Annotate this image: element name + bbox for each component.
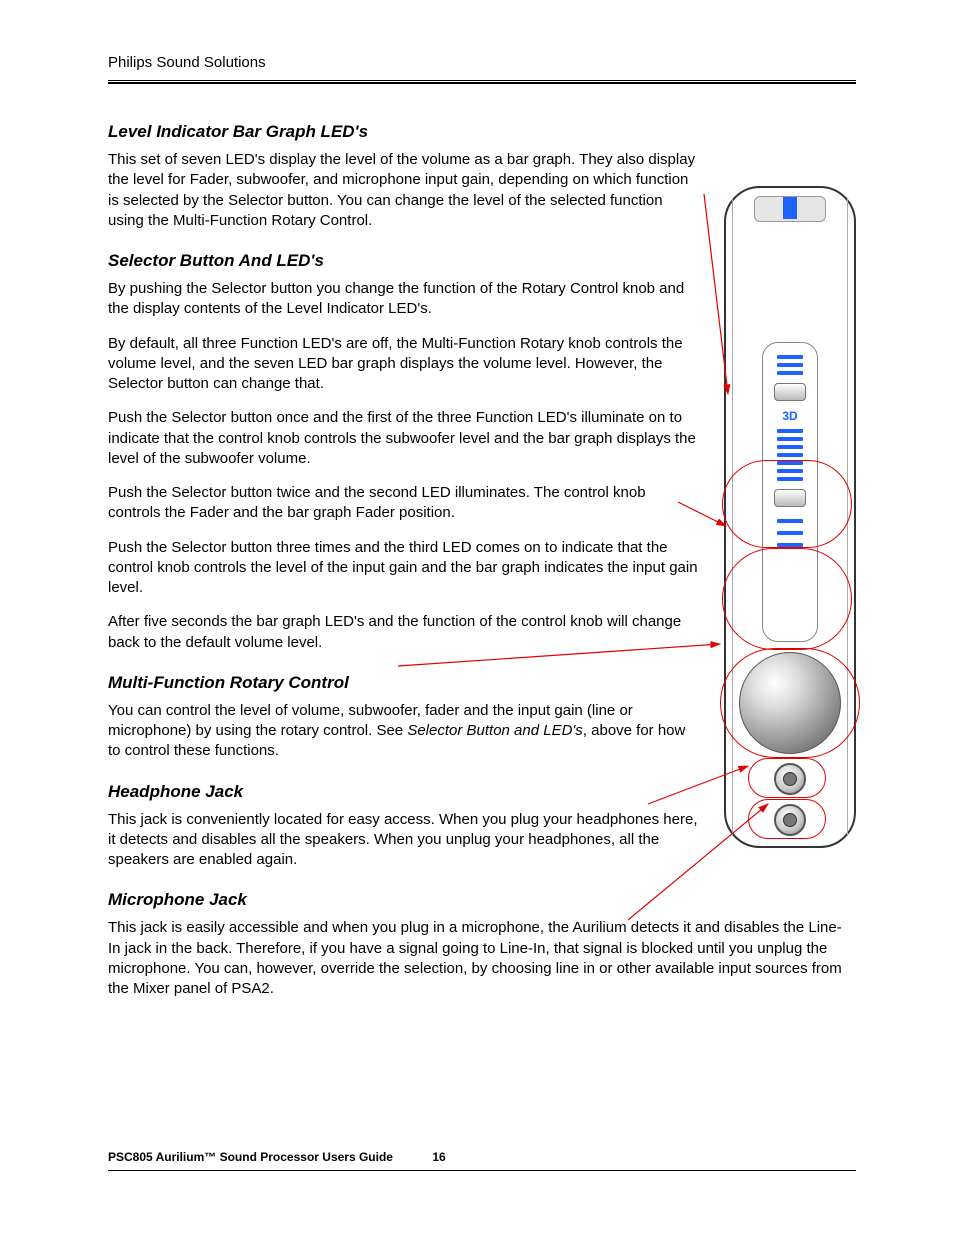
- heading-level-indicator: Level Indicator Bar Graph LED's: [108, 122, 698, 142]
- led-panel: 3D: [762, 342, 818, 642]
- function-led-icon: [777, 519, 803, 523]
- level-led-icon: [777, 355, 803, 359]
- para: This jack is conveniently located for ea…: [108, 810, 698, 871]
- level-led-icon: [777, 461, 803, 465]
- para: After five seconds the bar graph LED's a…: [108, 612, 698, 653]
- running-header: Philips Sound Solutions: [108, 54, 856, 79]
- level-led-icon: [777, 437, 803, 441]
- microphone-jack-icon: [774, 804, 806, 836]
- level-led-icon: [777, 453, 803, 457]
- level-led-icon: [777, 371, 803, 375]
- footer-title: PSC805 Aurilium™ Sound Processor Users G…: [108, 1150, 393, 1164]
- level-led-icon: [777, 363, 803, 367]
- content-frame: Philips Sound Solutions Level Indicator …: [108, 54, 856, 1171]
- para: Push the Selector button twice and the s…: [108, 483, 698, 524]
- selector-button-icon: [774, 383, 806, 401]
- text-column: Level Indicator Bar Graph LED's This set…: [108, 122, 698, 999]
- para: Push the Selector button once and the fi…: [108, 408, 698, 469]
- level-led-icon: [777, 429, 803, 433]
- heading-microphone: Microphone Jack: [108, 890, 698, 910]
- rotary-knob-icon: [739, 652, 841, 754]
- selector-button-icon: [774, 489, 806, 507]
- sd-slot-icon: [754, 196, 826, 222]
- heading-headphone: Headphone Jack: [108, 782, 698, 802]
- label-3d: 3D: [782, 409, 797, 423]
- function-led-icon: [777, 543, 803, 547]
- cross-reference: Selector Button and LED's: [407, 722, 582, 739]
- headphone-jack-icon: [774, 763, 806, 795]
- device-figure: 3D: [724, 186, 856, 848]
- heading-rotary: Multi-Function Rotary Control: [108, 673, 698, 693]
- footer-page-number: 16: [432, 1150, 445, 1164]
- page-footer: PSC805 Aurilium™ Sound Processor Users G…: [108, 1150, 446, 1164]
- para: This jack is easily accessible and when …: [108, 918, 848, 999]
- heading-selector: Selector Button And LED's: [108, 251, 698, 271]
- level-led-icon: [777, 477, 803, 481]
- para: By default, all three Function LED's are…: [108, 334, 698, 395]
- level-led-icon: [777, 469, 803, 473]
- level-led-icon: [777, 445, 803, 449]
- para: Push the Selector button three times and…: [108, 538, 698, 599]
- function-led-icon: [777, 531, 803, 535]
- para: By pushing the Selector button you chang…: [108, 279, 698, 320]
- para: You can control the level of volume, sub…: [108, 701, 698, 762]
- para: This set of seven LED's display the leve…: [108, 150, 698, 231]
